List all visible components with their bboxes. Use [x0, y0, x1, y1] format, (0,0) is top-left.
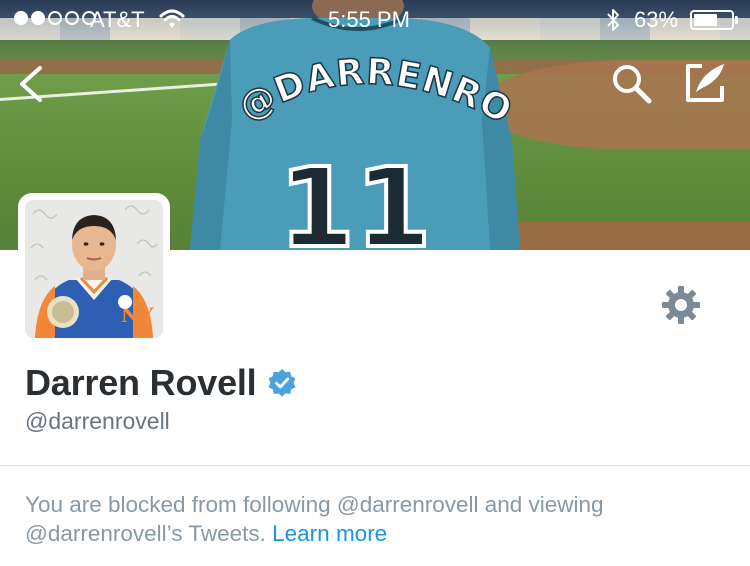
status-time: 5:55 PM: [328, 7, 410, 32]
compose-icon: [686, 64, 724, 102]
battery-icon: [690, 10, 734, 30]
verified-badge-icon: [268, 369, 295, 397]
blocked-notice: You are blocked from following @darrenro…: [25, 490, 725, 548]
signal-dot: [65, 11, 79, 25]
learn-more-link[interactable]: Learn more: [272, 521, 387, 546]
display-name: Darren Rovell: [25, 362, 257, 403]
search-icon: [613, 65, 652, 104]
status-bar: AT&T 5:55 PM 63%: [0, 0, 750, 40]
wifi-icon: [159, 9, 185, 28]
signal-strength-icon: [14, 11, 96, 25]
jersey-number: 11: [278, 144, 431, 250]
carrier-label: AT&T: [90, 7, 145, 32]
search-button[interactable]: [610, 62, 654, 106]
signal-dot: [14, 11, 28, 25]
compose-button[interactable]: [682, 60, 728, 106]
signal-dot: [48, 11, 62, 25]
battery-percent: 63%: [634, 7, 679, 32]
back-button[interactable]: [16, 64, 46, 104]
bluetooth-icon: [607, 9, 619, 31]
gear-icon: [662, 286, 700, 324]
profile-handle: @darrenrovell: [25, 408, 170, 434]
signal-dot: [31, 11, 45, 25]
profile-name-row: Darren Rovell: [25, 362, 297, 404]
chevron-left-icon: [20, 66, 42, 102]
settings-button[interactable]: [659, 283, 703, 327]
avatar-image: NY: [25, 200, 163, 338]
divider: [0, 465, 750, 466]
avatar[interactable]: NY: [18, 193, 170, 345]
battery-nub: [735, 16, 738, 24]
